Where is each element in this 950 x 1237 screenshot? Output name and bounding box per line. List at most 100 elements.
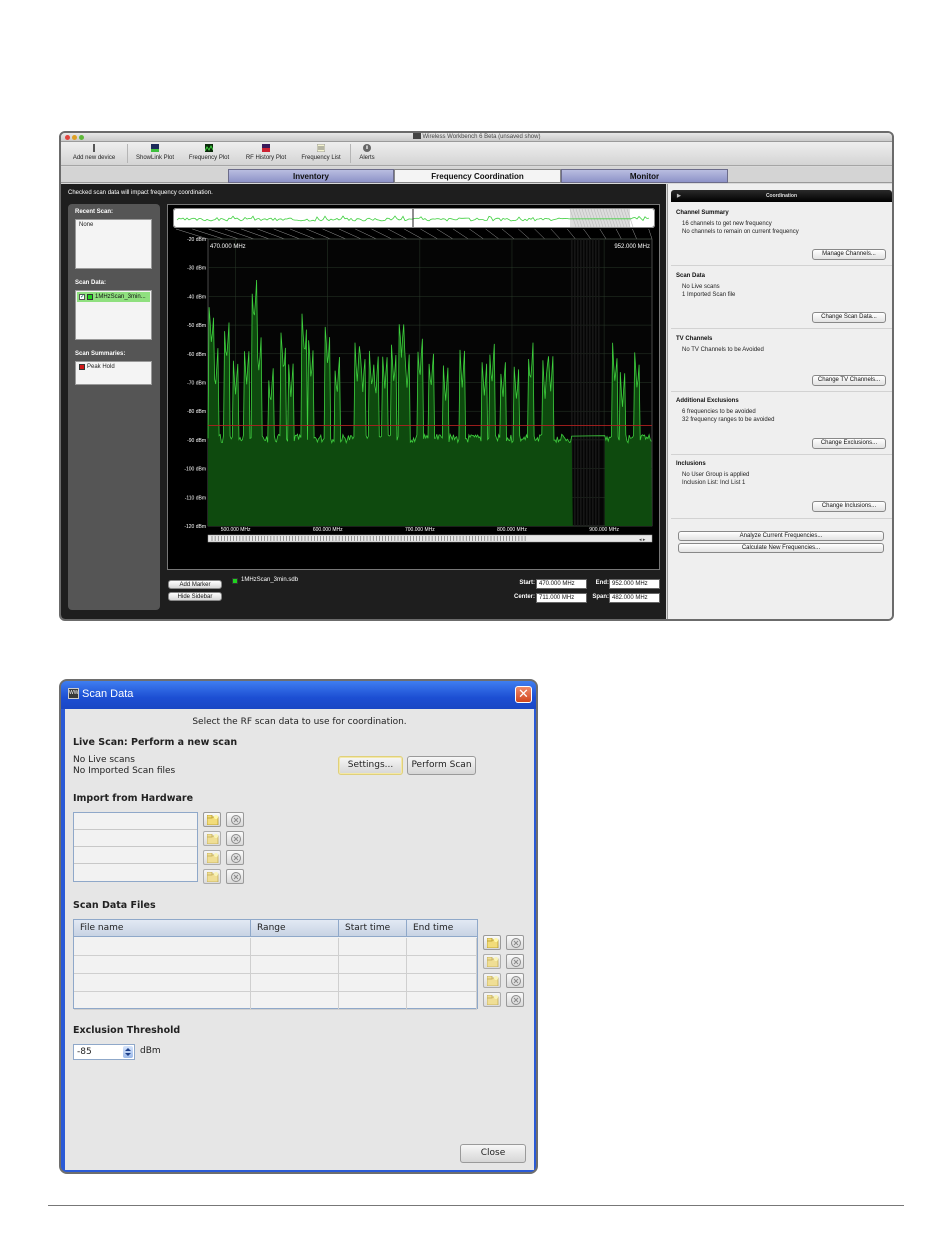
overview-zoom-line	[615, 228, 622, 240]
end-frequency-field[interactable]: 952.000 MHz	[609, 579, 660, 589]
table-row[interactable]	[74, 938, 477, 956]
table-row[interactable]	[74, 992, 477, 1010]
table-cell[interactable]	[251, 992, 339, 1010]
remove-button[interactable]	[226, 812, 244, 827]
threshold-stepper[interactable]: -85	[73, 1044, 135, 1060]
settings-button[interactable]: Settings...	[338, 756, 403, 775]
import-file-button[interactable]	[483, 992, 501, 1007]
section-divider	[671, 265, 892, 266]
plot-controls: Add Marker Hide Sidebar 1MHzScan_3min.sd…	[167, 574, 660, 616]
overview-zoom-line	[550, 228, 561, 240]
column-header-range[interactable]: Range	[251, 920, 339, 937]
toolbar-separator	[350, 144, 351, 163]
list-item[interactable]	[74, 813, 197, 830]
table-cell[interactable]	[74, 974, 251, 992]
remove-button[interactable]	[226, 850, 244, 865]
table-cell[interactable]	[407, 974, 477, 992]
table-cell[interactable]	[339, 992, 407, 1010]
center-frequency-field[interactable]: 711.000 MHz	[536, 593, 587, 603]
center-label: Center:	[513, 594, 535, 600]
import-file-button[interactable]	[483, 954, 501, 969]
table-cell[interactable]	[74, 992, 251, 1010]
scan-summaries-list[interactable]: Peak Hold	[75, 361, 152, 385]
table-row[interactable]	[74, 956, 477, 974]
import-file-button[interactable]	[203, 850, 221, 865]
recent-scan-list[interactable]: None	[75, 219, 152, 269]
remove-button[interactable]	[506, 973, 524, 988]
change-inclusions-button[interactable]: Change Inclusions...	[812, 501, 886, 512]
scan-files-table[interactable]: File name Range Start time End time	[73, 919, 478, 1010]
title-bar: Wireless Workbench 6 Beta (unsaved show)	[61, 133, 892, 142]
showlink-plot-button[interactable]: ShowLink Plot	[131, 144, 179, 164]
dialog-title-bar: WW Scan Data ✕	[61, 681, 536, 709]
hide-sidebar-button[interactable]: Hide Sidebar	[168, 592, 222, 601]
import-file-button[interactable]	[483, 973, 501, 988]
spectrum-chart[interactable]: -20 dBm -30 dBm -40 dBm -50 dBm -60 dBm -70 d…	[168, 205, 661, 571]
channel-summary-section: Channel Summary 16 channels to get new f…	[676, 210, 886, 260]
checkbox-checked-icon[interactable]: ✓	[79, 294, 85, 300]
rf-history-plot-button[interactable]: RF History Plot	[238, 144, 294, 164]
change-scan-data-button[interactable]: Change Scan Data...	[812, 312, 886, 323]
table-row[interactable]	[74, 974, 477, 992]
remove-button[interactable]	[226, 869, 244, 884]
close-button[interactable]: Close	[460, 1144, 526, 1163]
table-cell[interactable]	[251, 956, 339, 974]
span-frequency-field[interactable]: 482.000 MHz	[609, 593, 660, 603]
tab-frequency-coordination[interactable]: Frequency Coordination	[394, 169, 561, 183]
y-tick-label: -120 dBm	[184, 524, 206, 530]
hardware-list[interactable]	[73, 812, 198, 882]
import-file-button[interactable]	[483, 935, 501, 950]
table-cell[interactable]	[339, 938, 407, 956]
column-header-start-time[interactable]: Start time	[339, 920, 407, 937]
scan-data-item[interactable]: ✓ 1MHzScan_3min...	[77, 292, 150, 302]
list-item[interactable]	[74, 830, 197, 847]
recent-scan-value: None	[79, 222, 94, 228]
table-cell[interactable]	[74, 956, 251, 974]
table-cell[interactable]	[407, 956, 477, 974]
start-frequency-field[interactable]: 470.000 MHz	[536, 579, 587, 589]
import-file-button[interactable]	[203, 831, 221, 846]
change-tv-channels-button[interactable]: Change TV Channels...	[812, 375, 886, 386]
spinner-arrows-icon[interactable]	[123, 1046, 133, 1058]
tab-inventory[interactable]: Inventory	[228, 169, 394, 183]
table-cell[interactable]	[407, 938, 477, 956]
list-item[interactable]	[74, 864, 197, 881]
span-label: Span:	[592, 594, 609, 600]
table-cell[interactable]	[74, 938, 251, 956]
table-cell[interactable]	[339, 956, 407, 974]
scan-data-list[interactable]: ✓ 1MHzScan_3min...	[75, 290, 152, 340]
add-marker-button[interactable]: Add Marker	[168, 580, 222, 589]
y-tick-label: -50 dBm	[187, 323, 206, 329]
analyze-frequencies-button[interactable]: Analyze Current Frequencies...	[678, 531, 884, 541]
import-file-button[interactable]	[203, 869, 221, 884]
alerts-button[interactable]: Alerts	[353, 144, 381, 164]
change-exclusions-button[interactable]: Change Exclusions...	[812, 438, 886, 449]
remove-button[interactable]	[506, 992, 524, 1007]
perform-scan-button[interactable]: Perform Scan	[407, 756, 476, 775]
manage-channels-button[interactable]: Manage Channels...	[812, 249, 886, 260]
tab-monitor[interactable]: Monitor	[561, 169, 728, 183]
collapse-triangle-icon[interactable]: ▶	[677, 190, 681, 202]
page-footer-rule	[48, 1205, 904, 1206]
table-cell[interactable]	[251, 938, 339, 956]
import-file-button[interactable]	[203, 812, 221, 827]
plot-scrollbar[interactable]: ◂ ▸	[207, 534, 653, 543]
inclusions-line: No User Group is applied	[682, 472, 750, 478]
close-icon[interactable]: ✕	[515, 686, 532, 703]
list-item[interactable]	[74, 847, 197, 864]
table-cell[interactable]	[251, 974, 339, 992]
column-header-end-time[interactable]: End time	[407, 920, 477, 937]
remove-button[interactable]	[506, 935, 524, 950]
summary-item[interactable]: Peak Hold	[79, 364, 148, 370]
remove-button[interactable]	[226, 831, 244, 846]
remove-button[interactable]	[506, 954, 524, 969]
coordination-header[interactable]: ▶ Coordination	[671, 190, 892, 202]
add-device-button[interactable]: Add new device	[67, 144, 121, 164]
calculate-frequencies-button[interactable]: Calculate New Frequencies...	[678, 543, 884, 553]
frequency-list-button[interactable]: Frequency List	[296, 144, 346, 164]
frequency-plot-button[interactable]: Frequency Plot	[184, 144, 234, 164]
table-cell[interactable]	[407, 992, 477, 1010]
table-cell[interactable]	[339, 974, 407, 992]
column-header-file-name[interactable]: File name	[74, 920, 251, 937]
exclusions-line: 32 frequency ranges to be avoided	[682, 417, 775, 423]
